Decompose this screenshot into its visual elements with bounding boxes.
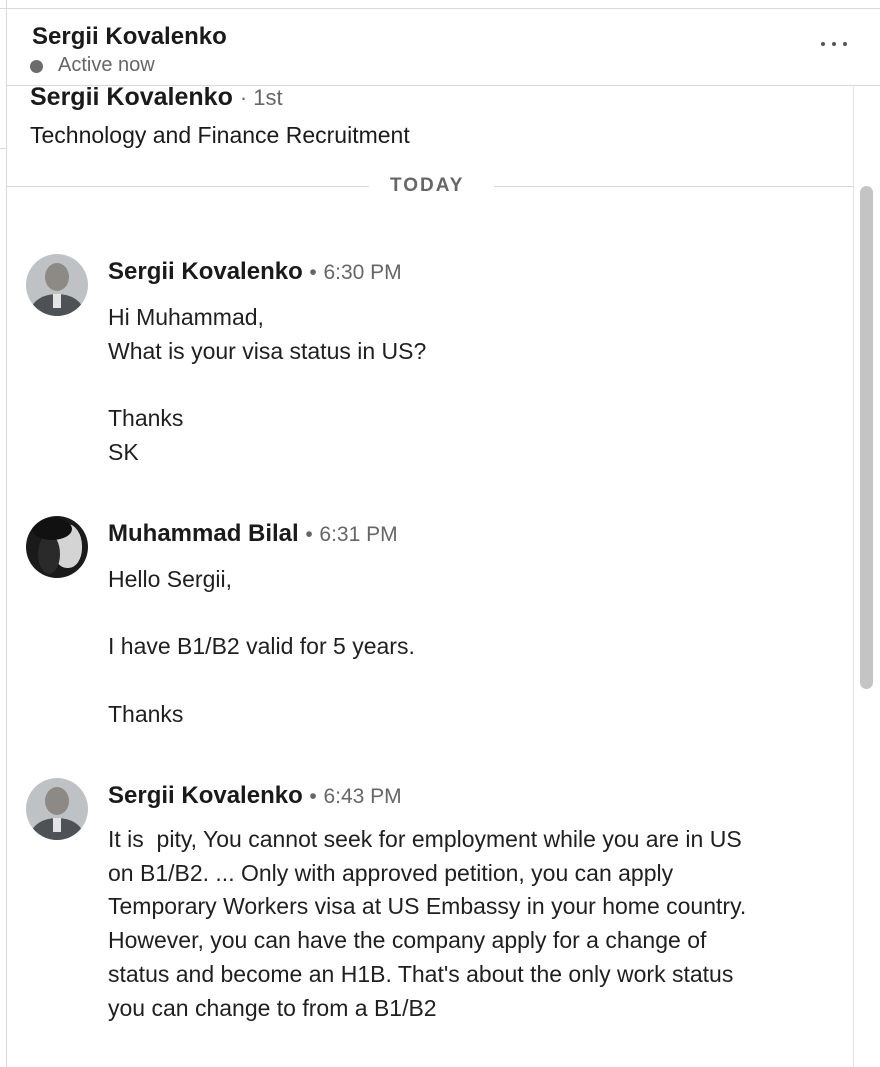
message-line: Hi Muhammad, — [108, 304, 264, 330]
message-sender-row: Sergii Kovalenko • 6:43 PM — [108, 782, 402, 810]
more-dot-icon — [843, 42, 847, 46]
message-line: I have B1/B2 valid for 5 years. — [108, 633, 415, 660]
message-line: Thanks — [108, 700, 184, 727]
more-dot-icon — [821, 42, 825, 46]
message-line: Hello Sergii, — [108, 566, 232, 592]
avatar-sergii[interactable] — [26, 254, 88, 316]
message-sender-row: Sergii Kovalenko • 6:30 PM — [108, 258, 402, 286]
scrollbar-thumb[interactable] — [860, 186, 873, 689]
message-line: SK — [108, 438, 139, 465]
avatar-head — [45, 263, 69, 291]
date-divider-left — [7, 186, 369, 187]
header-contact-name[interactable]: Sergii Kovalenko — [32, 23, 227, 51]
separator-dot: • — [309, 261, 317, 284]
message-line: on B1/B2. ... Only with approved petitio… — [108, 859, 674, 886]
message-line: status and become an H1B. That's about t… — [108, 960, 734, 987]
date-divider-label: TODAY — [390, 175, 465, 196]
avatar-hair — [32, 518, 72, 540]
message-line: However, you can have the company apply … — [108, 927, 707, 954]
message-body: Hello Sergii, I have B1/B2 valid for 5 y… — [108, 563, 828, 731]
message-line: What is your visa status in US? — [108, 337, 427, 364]
message-time: 6:43 PM — [323, 785, 402, 808]
message-line: Thanks — [108, 405, 184, 432]
message-line: It is pity, You cannot seek for employme… — [108, 826, 742, 852]
avatar-collar — [53, 818, 61, 832]
message-body: It is pity, You cannot seek for employme… — [108, 823, 828, 1025]
avatar-muhammad[interactable] — [26, 516, 88, 578]
message-time: 6:31 PM — [319, 523, 398, 546]
avatar-head — [45, 787, 69, 815]
sender-name[interactable]: Muhammad Bilal — [108, 520, 299, 547]
message-line: you can change to from a B1/B2 — [108, 994, 437, 1021]
window-left-border — [6, 0, 7, 1067]
scrollbar-track — [853, 85, 854, 1067]
message-body: Hi Muhammad, What is your visa status in… — [108, 301, 828, 470]
avatar-collar — [53, 294, 61, 308]
divider-stub — [0, 148, 7, 149]
sender-name[interactable]: Sergii Kovalenko — [108, 782, 303, 809]
date-divider-right — [494, 186, 853, 187]
more-options-button[interactable] — [817, 31, 851, 55]
avatar-shadow — [38, 534, 60, 574]
profile-card-name[interactable]: Sergii Kovalenko · 1st — [30, 83, 283, 112]
avatar-sergii[interactable] — [26, 778, 88, 840]
conversation-header: Sergii Kovalenko Active now — [7, 9, 880, 86]
separator-dot: • — [305, 523, 313, 546]
sender-name[interactable]: Sergii Kovalenko — [108, 258, 303, 285]
more-dot-icon — [832, 42, 836, 46]
message-time: 6:30 PM — [323, 261, 402, 284]
profile-headline: Technology and Finance Recruitment — [30, 122, 410, 148]
separator-dot: • — [309, 785, 317, 808]
presence-status: Active now — [58, 54, 155, 76]
presence-dot-icon — [30, 60, 43, 73]
connection-degree: · 1st — [239, 85, 283, 110]
message-line: Temporary Workers visa at US Embassy in … — [108, 893, 747, 920]
message-sender-row: Muhammad Bilal • 6:31 PM — [108, 520, 398, 548]
profile-name-text[interactable]: Sergii Kovalenko — [30, 83, 233, 111]
